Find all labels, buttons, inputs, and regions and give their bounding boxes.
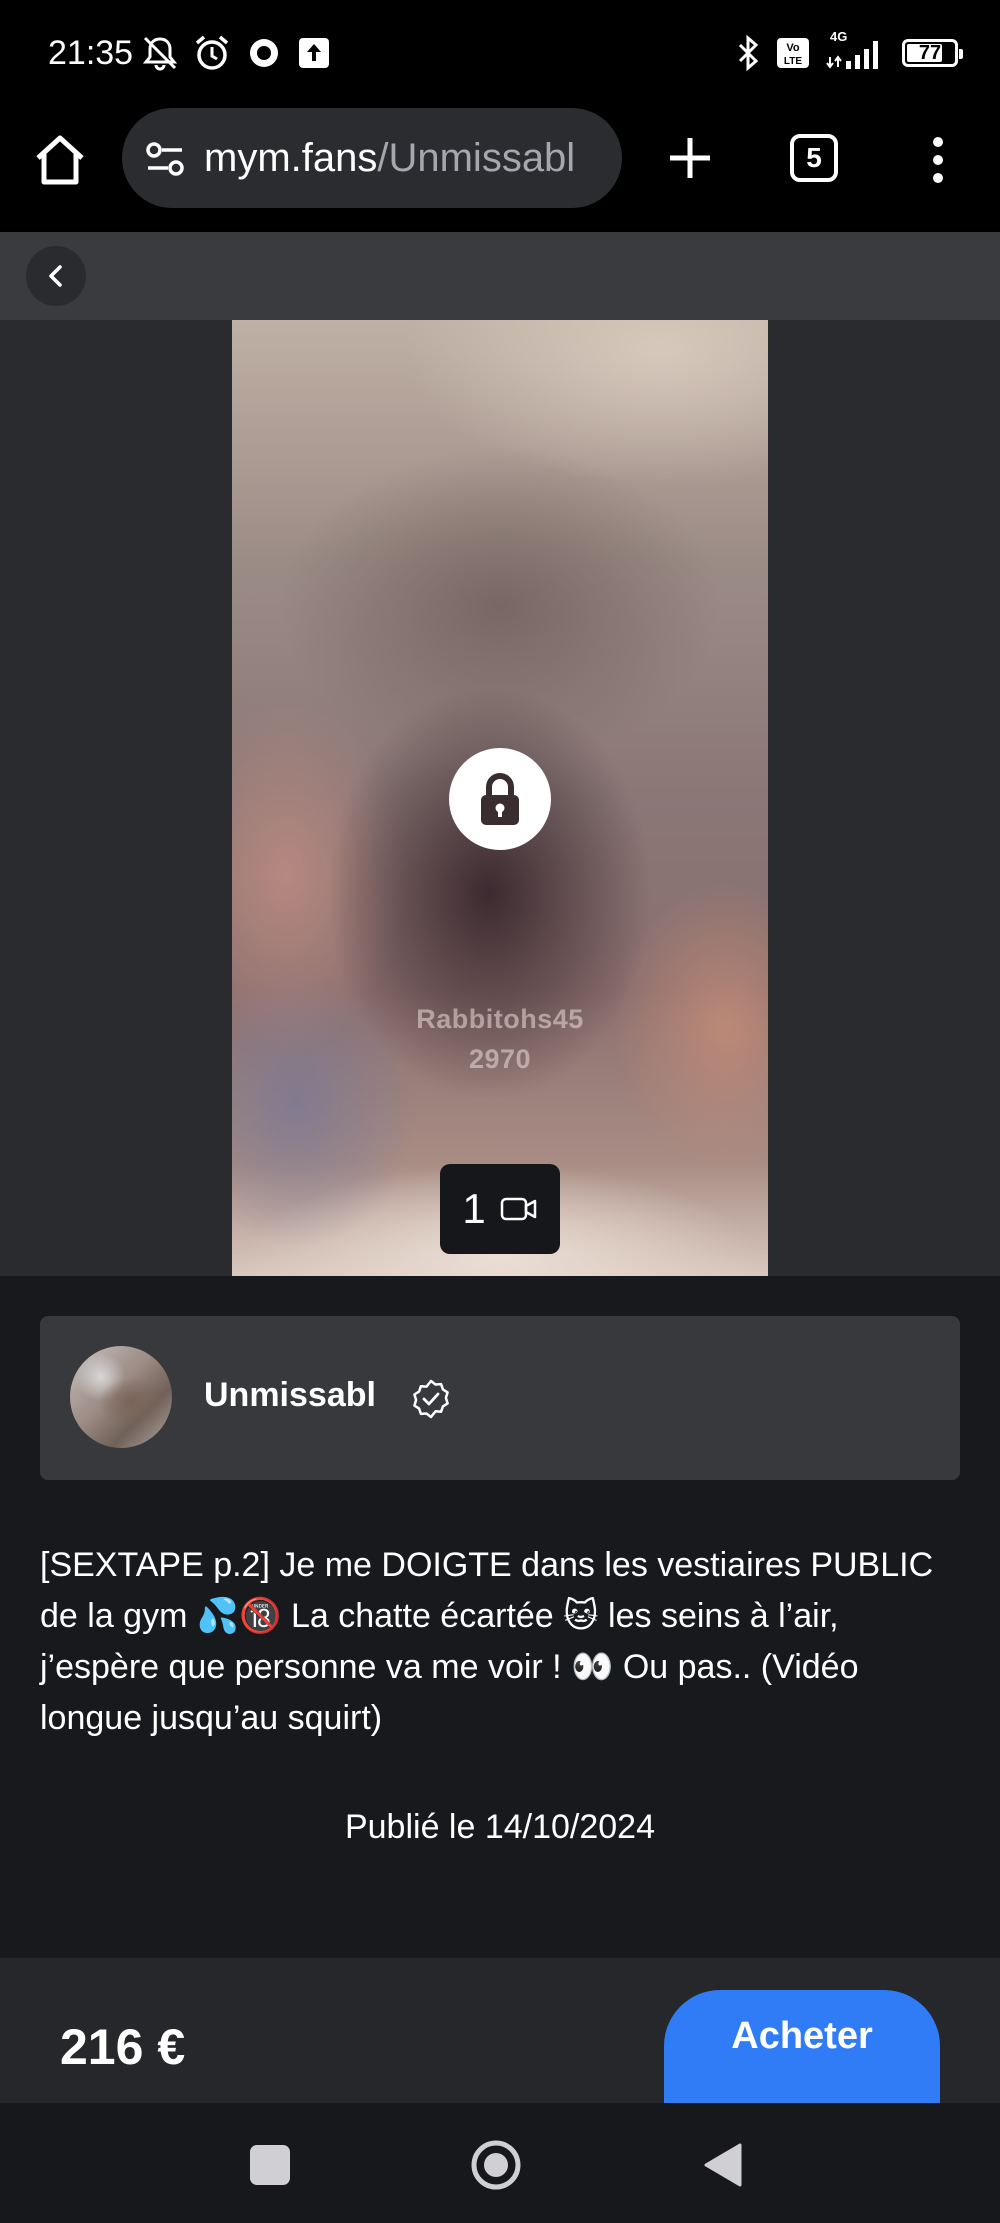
address-bar[interactable]: mym.fans/Unmissabl — [122, 108, 622, 208]
media-area: Rabbitohs45 2970 1 — [0, 320, 1000, 1276]
svg-text:LTE: LTE — [784, 56, 802, 67]
locked-media-preview[interactable]: Rabbitohs45 2970 1 — [232, 320, 768, 1276]
post-description: [SEXTAPE p.2] Je me DOIGTE dans les vest… — [40, 1546, 934, 1737]
battery-icon: 77 — [902, 39, 963, 67]
page-header — [0, 232, 1000, 320]
url-text[interactable]: mym.fans/Unmissabl — [204, 136, 604, 181]
watermark-username: Rabbitohs45 — [416, 1004, 584, 1034]
media-count: 1 — [462, 1185, 486, 1232]
alarm-icon — [195, 35, 229, 70]
mute-icon — [142, 36, 178, 71]
url-path: /Unmissabl — [377, 136, 576, 180]
purchase-bar: 216 € Acheter — [0, 1958, 1000, 2103]
media-count-badge: 1 — [440, 1164, 560, 1254]
buy-button[interactable]: Acheter — [664, 1990, 940, 2103]
volte-icon: Vo LTE — [777, 38, 809, 68]
price: 216 € — [60, 2019, 186, 2075]
verified-badge-icon — [413, 1379, 449, 1419]
status-right-icons: Vo LTE 4G 77 — [734, 29, 963, 73]
bluetooth-icon — [738, 34, 759, 72]
tab-switcher-button[interactable]: 5 — [790, 134, 838, 182]
new-tab-icon[interactable] — [662, 130, 718, 186]
back-button[interactable] — [26, 246, 86, 306]
status-left-icons — [140, 33, 332, 73]
recent-apps-button[interactable] — [250, 2145, 290, 2185]
chevron-left-icon — [49, 265, 62, 287]
published-date: Publié le 14/10/2024 — [344, 1808, 656, 1846]
svg-text:Vo: Vo — [786, 42, 800, 54]
home-icon[interactable] — [30, 130, 90, 190]
watermark-id: 2970 — [468, 1044, 532, 1074]
status-time: 21:35 — [48, 34, 134, 72]
signal-icon: 4G — [824, 29, 888, 73]
creator-card[interactable]: Unmissabl — [40, 1316, 960, 1480]
status-bar: 21:35 Vo LTE 4G 77 — [0, 0, 1000, 108]
site-settings-icon[interactable] — [144, 138, 186, 180]
lock-icon — [481, 773, 519, 825]
home-nav-icon[interactable] — [470, 2139, 522, 2191]
battery-level: 77 — [918, 41, 942, 64]
system-nav-bar — [0, 2103, 1000, 2223]
unlock-button[interactable] — [449, 748, 551, 850]
browser-toolbar: mym.fans/Unmissabl 5 — [0, 108, 1000, 232]
avatar[interactable] — [70, 1346, 172, 1448]
upload-icon — [299, 38, 329, 68]
more-menu-icon[interactable] — [918, 132, 958, 188]
creator-name[interactable]: Unmissabl — [204, 1376, 376, 1415]
back-nav-icon[interactable] — [702, 2141, 744, 2189]
circle-app-icon — [250, 39, 278, 67]
url-domain: mym.fans — [204, 136, 378, 180]
tab-count: 5 — [806, 142, 822, 173]
video-camera-icon — [500, 1197, 536, 1221]
